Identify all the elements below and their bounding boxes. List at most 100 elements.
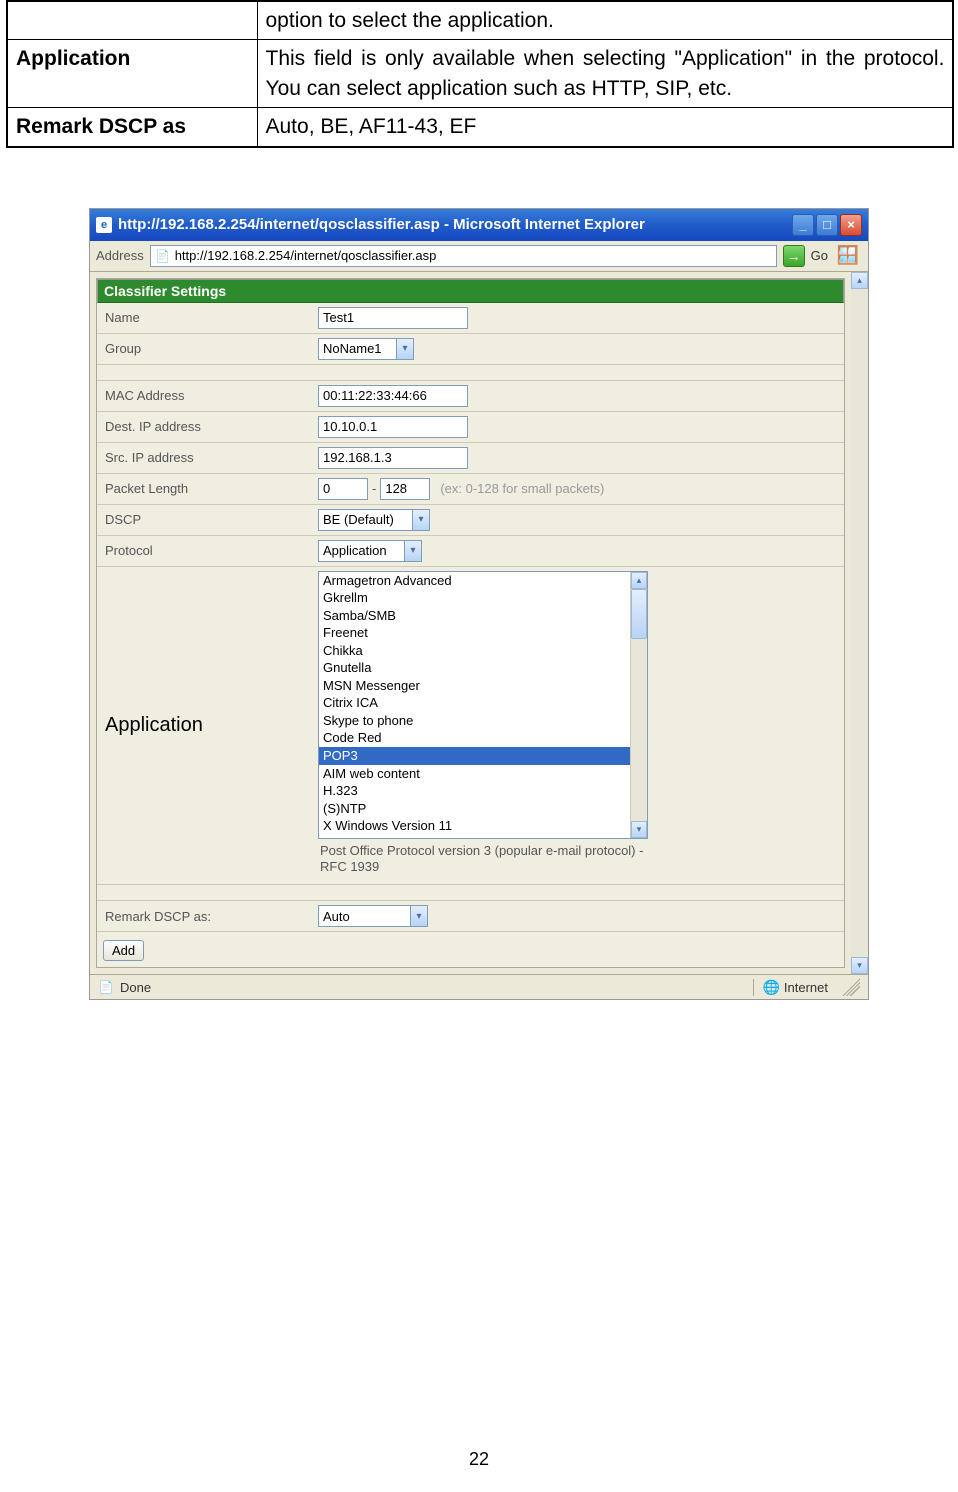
- list-item[interactable]: Freenet: [319, 624, 630, 642]
- go-button[interactable]: →: [783, 245, 805, 267]
- destip-label: Dest. IP address: [97, 412, 312, 442]
- ie-app-icon: e: [96, 217, 112, 233]
- protocol-select[interactable]: Application ▾: [318, 540, 422, 562]
- list-item[interactable]: AIM web content: [319, 765, 630, 783]
- pktlen-hint: (ex: 0-128 for small packets): [440, 481, 604, 496]
- chevron-down-icon: ▾: [404, 541, 421, 561]
- srcip-input[interactable]: [318, 447, 468, 469]
- row-srcip: Src. IP address: [97, 443, 844, 474]
- destip-input[interactable]: [318, 416, 468, 438]
- window-title: http://192.168.2.254/internet/qosclassif…: [118, 216, 792, 233]
- remark-select[interactable]: Auto ▾: [318, 905, 428, 927]
- address-label: Address: [96, 248, 144, 263]
- list-item[interactable]: (S)NTP: [319, 800, 630, 818]
- table-cell-remark-label: Remark DSCP as: [7, 108, 257, 147]
- section-header: Classifier Settings: [97, 279, 844, 303]
- list-item[interactable]: POP3: [319, 747, 630, 765]
- pktlen-to-input[interactable]: [380, 478, 430, 500]
- table-cell-remark-desc: Auto, BE, AF11-43, EF: [257, 108, 953, 147]
- scroll-down-icon[interactable]: ▾: [851, 957, 868, 974]
- page-content: Classifier Settings Name Group NoName1 ▾: [96, 278, 845, 969]
- pktlen-from-input[interactable]: [318, 478, 368, 500]
- mac-label: MAC Address: [97, 381, 312, 411]
- spacer-row: [97, 885, 844, 901]
- application-listbox[interactable]: Armagetron AdvancedGkrellmSamba/SMBFreen…: [318, 571, 648, 839]
- row-destip: Dest. IP address: [97, 412, 844, 443]
- row-application: Application Armagetron AdvancedGkrellmSa…: [97, 567, 844, 886]
- scroll-track[interactable]: [851, 289, 868, 958]
- srcip-label: Src. IP address: [97, 443, 312, 473]
- scroll-thumb[interactable]: [631, 589, 647, 639]
- add-button[interactable]: Add: [103, 940, 144, 961]
- security-zone: 🌐 Internet: [753, 979, 828, 996]
- go-label: Go: [811, 248, 828, 263]
- dscp-select[interactable]: BE (Default) ▾: [318, 509, 430, 531]
- pktlen-dash: -: [372, 481, 376, 496]
- listbox-scrollbar[interactable]: ▴ ▾: [630, 572, 647, 838]
- list-item[interactable]: Armagetron Advanced: [319, 572, 630, 590]
- dscp-value: BE (Default): [323, 512, 394, 527]
- minimize-button[interactable]: _: [792, 214, 814, 236]
- status-bar: 📄 Done 🌐 Internet: [90, 974, 868, 999]
- screenshot-figure: e http://192.168.2.254/internet/qosclass…: [89, 208, 869, 1001]
- close-button[interactable]: ×: [840, 214, 862, 236]
- window-titlebar: e http://192.168.2.254/internet/qosclass…: [90, 209, 868, 241]
- list-item[interactable]: Gkrellm: [319, 589, 630, 607]
- list-item[interactable]: H.323: [319, 782, 630, 800]
- list-item[interactable]: Citrix ICA: [319, 694, 630, 712]
- chevron-down-icon: ▾: [396, 339, 413, 359]
- row-name: Name: [97, 303, 844, 334]
- list-item[interactable]: Samba/SMB: [319, 607, 630, 625]
- name-input[interactable]: [318, 307, 468, 329]
- protocol-value: Application: [323, 543, 387, 558]
- list-item[interactable]: X Windows Version 11: [319, 817, 630, 835]
- row-add-button: Add: [97, 932, 844, 967]
- list-item[interactable]: Chikka: [319, 642, 630, 660]
- row-pktlen: Packet Length - (ex: 0-128 for small pac…: [97, 474, 844, 505]
- scroll-up-icon[interactable]: ▴: [631, 572, 647, 589]
- protocol-label: Protocol: [97, 536, 312, 566]
- remark-value: Auto: [323, 909, 350, 924]
- resize-grip-icon[interactable]: [842, 978, 860, 996]
- page-icon: 📄: [155, 248, 171, 264]
- page-scrollbar[interactable]: ▴ ▾: [851, 272, 868, 975]
- group-select[interactable]: NoName1 ▾: [318, 338, 414, 360]
- maximize-button[interactable]: □: [816, 214, 838, 236]
- scroll-up-icon[interactable]: ▴: [851, 272, 868, 289]
- address-input[interactable]: 📄 http://192.168.2.254/internet/qosclass…: [150, 245, 777, 267]
- application-label: Application: [97, 567, 312, 885]
- windows-flag-icon: 🪟: [834, 245, 862, 267]
- scroll-track[interactable]: [631, 589, 647, 821]
- list-item[interactable]: Gnutella: [319, 659, 630, 677]
- remark-label: Remark DSCP as:: [97, 901, 312, 931]
- zone-label: Internet: [784, 980, 828, 995]
- ie-window: e http://192.168.2.254/internet/qosclass…: [89, 208, 869, 1001]
- application-description: Post Office Protocol version 3 (popular …: [318, 839, 658, 881]
- list-item[interactable]: MSN Messenger: [319, 677, 630, 695]
- application-list-items[interactable]: Armagetron AdvancedGkrellmSamba/SMBFreen…: [319, 572, 630, 838]
- row-remark: Remark DSCP as: Auto ▾: [97, 901, 844, 932]
- pktlen-label: Packet Length: [97, 474, 312, 504]
- name-label: Name: [97, 303, 312, 333]
- page-number: 22: [0, 1449, 958, 1470]
- table-cell-application-label: Application: [7, 40, 257, 108]
- scroll-down-icon[interactable]: ▾: [631, 821, 647, 838]
- row-protocol: Protocol Application ▾: [97, 536, 844, 567]
- spacer-row: [97, 365, 844, 381]
- row-group: Group NoName1 ▾: [97, 334, 844, 365]
- address-url: http://192.168.2.254/internet/qosclassif…: [175, 248, 437, 263]
- group-label: Group: [97, 334, 312, 364]
- list-item[interactable]: Skype to phone: [319, 712, 630, 730]
- mac-input[interactable]: [318, 385, 468, 407]
- group-value: NoName1: [323, 341, 382, 356]
- row-dscp: DSCP BE (Default) ▾: [97, 505, 844, 536]
- chevron-down-icon: ▾: [410, 906, 427, 926]
- done-icon: 📄: [98, 979, 114, 995]
- status-done: Done: [120, 980, 151, 995]
- row-mac: MAC Address: [97, 381, 844, 412]
- globe-icon: 🌐: [762, 979, 779, 996]
- table-cell-application-desc: This field is only available when select…: [257, 40, 953, 108]
- list-item[interactable]: Code Red: [319, 729, 630, 747]
- dscp-label: DSCP: [97, 505, 312, 535]
- chevron-down-icon: ▾: [412, 510, 429, 530]
